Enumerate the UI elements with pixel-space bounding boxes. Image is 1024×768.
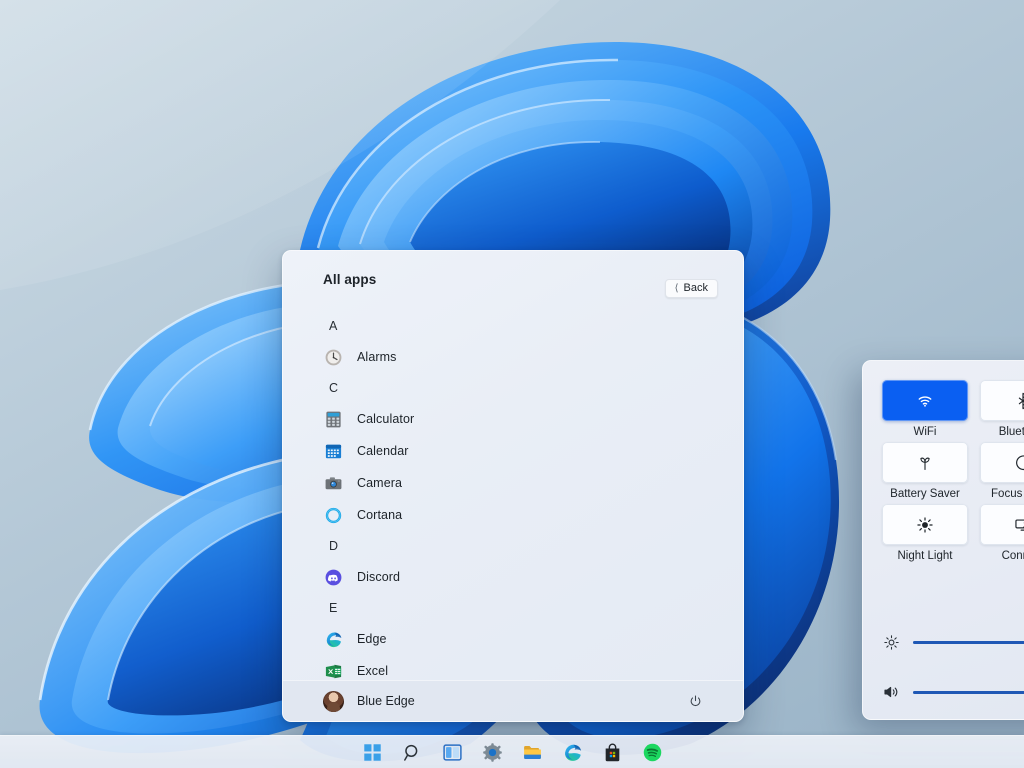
quick-setting-cell: Connect [980, 504, 1024, 562]
bluetooth-icon [1014, 392, 1024, 410]
quick-setting-toggle-night-light[interactable] [882, 504, 968, 545]
volume-slider-fill [913, 691, 1024, 694]
calendar-icon [324, 442, 343, 461]
quick-setting-cell: Bluetooth [980, 380, 1024, 438]
app-list-item-label: Calculator [357, 412, 414, 426]
app-list-item-label: Excel [357, 664, 388, 678]
taskbar-button-start[interactable] [361, 741, 383, 763]
quick-setting-label: Focus assist [980, 488, 1024, 500]
app-list-item-label: Calendar [357, 444, 409, 458]
quick-setting-toggle-connect[interactable] [980, 504, 1024, 545]
windows-logo-icon [362, 742, 383, 763]
volume-slider-track[interactable] [913, 691, 1024, 694]
app-list-item-label: Cortana [357, 508, 402, 522]
app-list-item-alarms[interactable]: Alarms [283, 341, 743, 373]
spotify-icon [642, 742, 663, 763]
search-icon [402, 742, 423, 763]
app-list-item-calendar[interactable]: Calendar [283, 435, 743, 467]
all-apps-list[interactable]: A Alarms C [283, 311, 743, 680]
taskbar-button-file-explorer[interactable] [521, 741, 543, 763]
taskbar-button-microsoft-store[interactable] [601, 741, 623, 763]
taskbar[interactable] [0, 735, 1024, 768]
start-menu-header: All apps ⟨ Back [283, 251, 743, 311]
folder-icon [522, 742, 543, 763]
back-button-label: Back [684, 283, 708, 294]
brightness-slider-row[interactable] [882, 633, 1024, 651]
sun-icon [916, 516, 934, 534]
brightness-slider-track[interactable] [913, 641, 1024, 644]
edge-icon [562, 742, 583, 763]
quick-setting-toggle-bluetooth[interactable] [980, 380, 1024, 421]
quick-settings-panel[interactable]: WiFi Bluetooth B [862, 360, 1024, 720]
taskbar-button-search[interactable] [401, 741, 423, 763]
gear-icon [482, 742, 503, 763]
app-list-letter-header: C [283, 373, 743, 403]
quick-setting-label: Battery Saver [882, 488, 968, 500]
brightness-slider-fill [913, 641, 1024, 644]
app-list-item-cortana[interactable]: Cortana [283, 499, 743, 531]
moon-icon [1014, 454, 1024, 472]
quick-setting-toggle-wifi[interactable] [882, 380, 968, 421]
discord-icon [324, 568, 343, 587]
battery-leaf-icon [916, 454, 934, 472]
store-bag-icon [602, 742, 623, 763]
avatar [323, 691, 344, 712]
quick-setting-toggle-battery-saver[interactable] [882, 442, 968, 483]
alarms-clock-icon [324, 348, 343, 367]
start-menu-all-apps-panel[interactable]: All apps ⟨ Back A Alarms C [282, 250, 744, 722]
excel-icon [324, 662, 343, 681]
back-button[interactable]: ⟨ Back [665, 279, 718, 298]
power-icon [688, 694, 703, 709]
volume-slider-row[interactable] [882, 683, 1024, 701]
quick-setting-label: Connect [980, 550, 1024, 562]
app-list-item-edge[interactable]: Edge [283, 623, 743, 655]
taskbar-button-task-view[interactable] [441, 741, 463, 763]
app-list-item-label: Edge [357, 632, 387, 646]
page-title: All apps [323, 272, 376, 287]
quick-setting-cell: Battery Saver [882, 442, 968, 500]
edge-icon [324, 630, 343, 649]
cortana-ring-icon [324, 506, 343, 525]
quick-setting-label: Night Light [882, 550, 968, 562]
calculator-icon [324, 410, 343, 429]
quick-setting-label: WiFi [882, 426, 968, 438]
quick-setting-cell: Focus assist [980, 442, 1024, 500]
app-list-letter-header: E [283, 593, 743, 623]
task-view-icon [442, 742, 463, 763]
quick-setting-cell: WiFi [882, 380, 968, 438]
power-button[interactable] [686, 692, 705, 711]
user-name-label: Blue Edge [357, 694, 415, 708]
app-list-item-calculator[interactable]: Calculator [283, 403, 743, 435]
start-menu-footer: Blue Edge [283, 680, 743, 721]
app-list-item-excel[interactable]: Excel [283, 655, 743, 680]
quick-setting-cell: Night Light [882, 504, 968, 562]
app-list-letter-header: A [283, 311, 743, 341]
volume-icon [882, 683, 900, 701]
wifi-icon [916, 392, 934, 410]
user-account-button[interactable]: Blue Edge [323, 691, 415, 712]
camera-icon [324, 474, 343, 493]
taskbar-button-spotify[interactable] [641, 741, 663, 763]
app-list-item-label: Alarms [357, 350, 397, 364]
cast-screen-icon [1014, 516, 1024, 534]
brightness-icon [882, 633, 900, 651]
taskbar-button-microsoft-edge[interactable] [561, 741, 583, 763]
taskbar-button-settings[interactable] [481, 741, 503, 763]
app-list-item-label: Camera [357, 476, 402, 490]
app-list-item-discord[interactable]: Discord [283, 561, 743, 593]
app-list-letter-header: D [283, 531, 743, 561]
quick-settings-tile-grid: WiFi Bluetooth B [882, 380, 1024, 562]
quick-setting-label: Bluetooth [980, 426, 1024, 438]
chevron-left-icon: ⟨ [675, 284, 679, 294]
app-list-item-camera[interactable]: Camera [283, 467, 743, 499]
quick-setting-toggle-focus-assist[interactable] [980, 442, 1024, 483]
app-list-item-label: Discord [357, 570, 400, 584]
